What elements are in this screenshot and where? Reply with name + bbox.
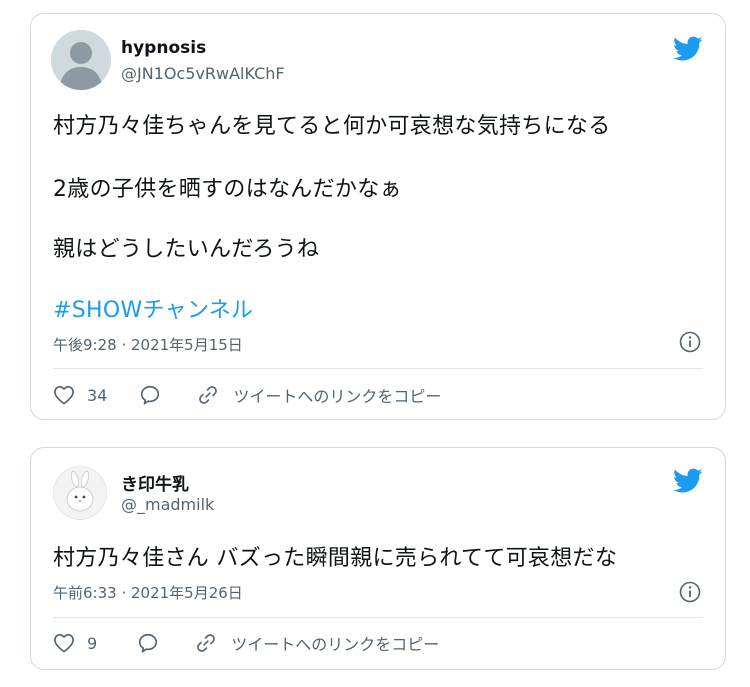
divider: [53, 617, 703, 618]
tweet-actions: 9 ツイートへのリンクをコピー: [53, 629, 439, 657]
user-handle[interactable]: @JN1Oc5vRwAlKChF: [121, 64, 285, 83]
display-name[interactable]: hypnosis: [121, 38, 206, 58]
reply-button[interactable]: [137, 632, 159, 654]
heart-icon: [54, 386, 74, 405]
tweet-timestamp[interactable]: 午前6:33 · 2021年5月26日: [53, 582, 243, 603]
twitter-bird-icon[interactable]: [673, 468, 703, 494]
like-button[interactable]: 34: [53, 385, 107, 405]
hashtag-link[interactable]: #SHOWチャンネル: [53, 292, 253, 324]
avatar[interactable]: [53, 466, 107, 520]
tweet-card[interactable]: き印牛乳 @_madmilk 村方乃々佳さん バズった瞬間親に売られてて可哀想だ…: [30, 447, 726, 670]
link-icon: [197, 634, 216, 652]
like-button[interactable]: 9: [53, 633, 97, 653]
default-avatar-icon: [51, 30, 111, 90]
copy-link-label: ツイートへのリンクをコピー: [233, 387, 442, 406]
reply-icon: [139, 633, 158, 653]
display-name[interactable]: き印牛乳: [121, 470, 189, 495]
tweet-text-line: 2歳の子供を晒すのはなんだかなぁ: [53, 177, 402, 202]
reply-icon: [141, 385, 160, 405]
heart-icon: [54, 634, 74, 653]
tweet-text-line: 親はどうしたいんだろうね: [53, 237, 320, 262]
like-count: 9: [87, 633, 98, 653]
copy-link-button[interactable]: ツイートへのリンクをコピー: [197, 383, 441, 407]
copy-link-button[interactable]: ツイートへのリンクをコピー: [195, 631, 439, 655]
bunny-avatar-icon: [54, 467, 106, 519]
user-handle[interactable]: @_madmilk: [121, 495, 214, 514]
copy-link-label: ツイートへのリンクをコピー: [231, 635, 440, 654]
tweet-text-line: 村方乃々佳ちゃんを見てると何か可哀想な気持ちになる: [53, 114, 611, 139]
avatar[interactable]: [51, 30, 111, 90]
divider: [53, 368, 703, 369]
link-icon: [199, 386, 218, 404]
like-count: 34: [87, 385, 108, 405]
tweet-text-line: 村方乃々佳さん バズった瞬間親に売られてて可哀想だな: [53, 546, 618, 571]
reply-button[interactable]: [139, 384, 161, 406]
info-icon[interactable]: [679, 331, 701, 353]
info-icon[interactable]: [679, 581, 701, 603]
tweet-timestamp[interactable]: 午後9:28 · 2021年5月15日: [53, 334, 243, 355]
tweet-actions: 34 ツイートへのリンクをコピー: [53, 381, 441, 409]
tweet-card[interactable]: hypnosis @JN1Oc5vRwAlKChF 村方乃々佳ちゃんを見てると何…: [30, 13, 726, 420]
twitter-bird-icon[interactable]: [673, 36, 703, 62]
